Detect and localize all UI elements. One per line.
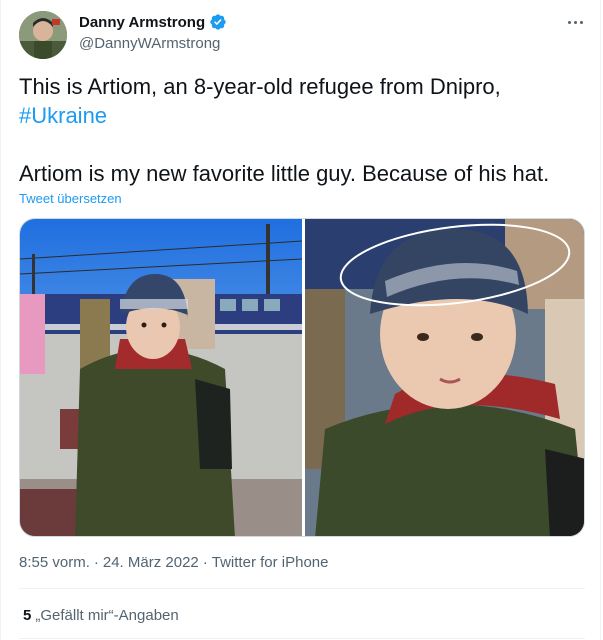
tweet-card: Danny Armstrong @DannyWArmstrong This is… [0, 0, 601, 640]
author-display-name[interactable]: Danny Armstrong [79, 14, 205, 31]
divider [19, 638, 585, 639]
tweet-line-1: This is Artiom, an 8-year-old refugee fr… [19, 74, 501, 99]
photo-boy-at-station[interactable] [20, 219, 302, 536]
media-grid [19, 218, 585, 537]
author-name-row: Danny Armstrong [79, 13, 227, 31]
tweet-source-link[interactable]: Twitter for iPhone [212, 554, 329, 571]
avatar[interactable] [19, 11, 67, 59]
likes-count-link[interactable]: 5 „Gefällt mir“-Angaben [23, 607, 179, 624]
author-handle[interactable]: @DannyWArmstrong [79, 35, 220, 52]
meta-separator: · [93, 554, 99, 571]
likes-label: „Gefällt mir“-Angaben [35, 607, 179, 624]
divider [19, 588, 585, 589]
photo-boy-closeup-hat[interactable] [305, 219, 584, 536]
tweet-metadata: 8:55 vorm. · 24. März 2022 · Twitter for… [19, 554, 328, 571]
verified-badge-icon [210, 14, 226, 30]
meta-separator: · [202, 554, 208, 571]
tweet-date[interactable]: 24. März 2022 [103, 554, 199, 571]
translate-tweet-link[interactable]: Tweet übersetzen [19, 191, 122, 206]
more-options-icon[interactable] [563, 12, 587, 32]
tweet-text: This is Artiom, an 8-year-old refugee fr… [19, 72, 589, 188]
tweet-line-2: Artiom is my new favorite little guy. Be… [19, 161, 550, 186]
likes-count: 5 [23, 607, 32, 624]
hashtag-link[interactable]: #Ukraine [19, 103, 107, 128]
tweet-time[interactable]: 8:55 vorm. [19, 554, 90, 571]
